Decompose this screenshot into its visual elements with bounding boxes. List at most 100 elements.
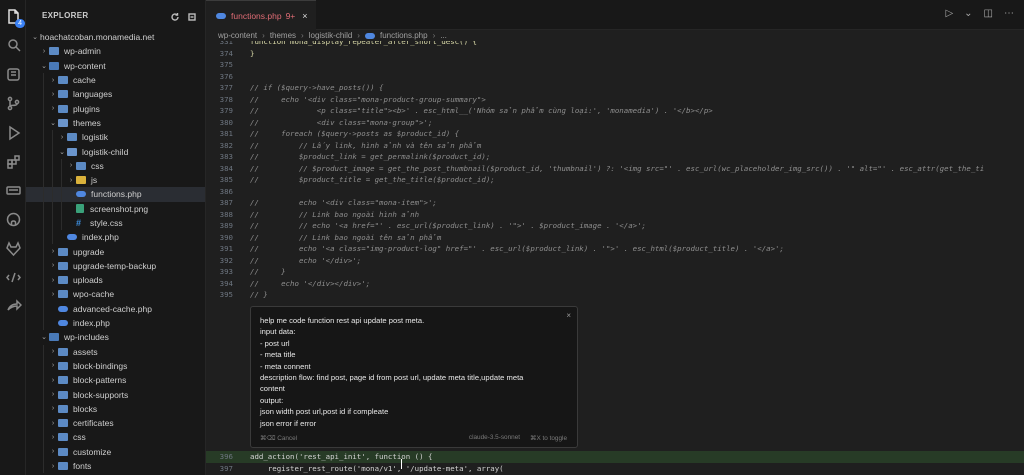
gpt-icon[interactable]	[4, 181, 22, 199]
run-icon[interactable]: ▷	[945, 9, 953, 19]
code-line[interactable]: 379 // <p class="title"><b>' . esc_html__…	[206, 105, 1024, 117]
breadcrumb-item[interactable]: themes	[270, 31, 296, 40]
tree-folder[interactable]: › upgrade	[26, 244, 205, 259]
source-control-icon[interactable]	[4, 65, 22, 83]
tree-folder[interactable]: › plugins	[26, 101, 205, 116]
tree-file[interactable]: index.php	[26, 230, 205, 245]
code-line[interactable]: 385 // $product_title = get_the_title($pr…	[206, 174, 1024, 186]
activity-bar: 4	[0, 0, 26, 475]
mouse-cursor	[401, 459, 407, 469]
code-line[interactable]: 392 // echo '</div>';	[206, 255, 1024, 267]
code-text: // // Link bao ngoài hình ảnh	[250, 209, 420, 219]
code-line[interactable]: 397 register_rest_route('mona/v1', '/upd…	[206, 463, 1024, 475]
code-line[interactable]: 390 // // Link bao ngoài tên sản phẩm	[206, 232, 1024, 244]
code-line[interactable]: 388 // // Link bao ngoài hình ảnh	[206, 209, 1024, 221]
tree-folder[interactable]: › css	[26, 158, 205, 173]
tree-file[interactable]: functions.php	[26, 187, 205, 202]
indent-guide	[43, 444, 44, 459]
tree-folder[interactable]: › blocks	[26, 401, 205, 417]
tree-folder[interactable]: › block-supports	[26, 387, 205, 402]
code-line[interactable]: 389 // // echo '<a href="' . esc_url($pro…	[206, 220, 1024, 232]
indent-guide	[61, 201, 62, 216]
tree-folder[interactable]: ⌄ logistik-child	[26, 144, 205, 159]
folder-icon	[58, 376, 68, 385]
cancel-button[interactable]: ⌘⌫ Cancel	[260, 434, 297, 442]
code-line[interactable]: 382 // // Lấy link, hình ảnh và tên sản p…	[206, 140, 1024, 152]
prompt-text[interactable]: help me code function rest api update po…	[260, 315, 568, 429]
code-line[interactable]: 396 add_action('rest_api_init', function …	[206, 451, 1024, 463]
split-editor-icon[interactable]: ◫	[984, 9, 993, 19]
tree-folder[interactable]: › languages	[26, 87, 205, 102]
folder-icon	[58, 290, 68, 299]
tree-folder[interactable]: › block-patterns	[26, 373, 205, 388]
tree-folder[interactable]: › certificates	[26, 416, 205, 431]
tree-item-label: screenshot.png	[90, 203, 149, 214]
search-icon[interactable]	[4, 36, 22, 54]
chevron-right-icon: ›	[51, 462, 55, 470]
code-line[interactable]: 386	[206, 186, 1024, 198]
chevron-right-icon: ›	[51, 262, 55, 270]
tree-folder[interactable]: › css	[26, 430, 205, 445]
chevron-down-icon[interactable]: ⌄	[964, 9, 972, 19]
tree-file[interactable]: advanced-cache.php	[26, 301, 205, 316]
code-line[interactable]: 381 // foreach ($query->posts as $product…	[206, 128, 1024, 140]
code-line[interactable]: 374}	[206, 48, 1024, 60]
breadcrumb-item[interactable]: wp-content	[218, 31, 257, 40]
tree-file[interactable]: # style.css	[26, 215, 205, 231]
tree-folder[interactable]: › upgrade-temp-backup	[26, 258, 205, 274]
live-share-icon[interactable]	[4, 297, 22, 315]
extensions-icon[interactable]	[4, 152, 22, 170]
code-line[interactable]: 395 // }	[206, 289, 1024, 301]
breadcrumb-item[interactable]: functions.php	[380, 31, 428, 40]
tree-folder[interactable]: › fonts	[26, 458, 205, 474]
model-selector[interactable]: claude-3.5-sonnet	[469, 434, 520, 442]
workspace-root[interactable]: ⌄ hoachatcoban.monamedia.net	[26, 30, 205, 44]
code-line[interactable]: 383 // $product_link = get_permalink($pro…	[206, 151, 1024, 163]
folder-icon	[58, 90, 68, 99]
close-icon[interactable]: ×	[302, 11, 307, 21]
tree-folder[interactable]: › wp-admin	[26, 44, 205, 58]
code-line[interactable]: 393 // }	[206, 266, 1024, 278]
tree-folder[interactable]: › js	[26, 172, 205, 188]
breadcrumb-item[interactable]: ...	[440, 31, 447, 40]
close-icon[interactable]: ×	[566, 311, 571, 320]
collapse-all-icon[interactable]	[187, 9, 197, 21]
tree-file[interactable]: index.php	[26, 315, 205, 331]
tree-folder[interactable]: › assets	[26, 344, 205, 359]
ai-prompt-box[interactable]: × help me code function rest api update …	[250, 306, 578, 448]
git-branch-icon[interactable]	[4, 94, 22, 112]
code-line[interactable]: 376	[206, 71, 1024, 83]
github-icon[interactable]	[4, 210, 22, 228]
code-line[interactable]: 377 // if ($query->have_posts()) {	[206, 82, 1024, 94]
code-line[interactable]: 394 // echo '</div></div>';	[206, 278, 1024, 290]
files-icon[interactable]: 4	[4, 7, 25, 28]
indent-guide	[61, 172, 62, 188]
tree-file[interactable]: screenshot.png	[26, 201, 205, 216]
more-icon[interactable]: ⋯	[1004, 9, 1014, 19]
folder-icon	[76, 161, 86, 170]
code-line[interactable]: 384 // // $product_image = get_the_post_t…	[206, 163, 1024, 175]
remote-icon[interactable]	[4, 268, 22, 286]
refresh-icon[interactable]	[170, 9, 180, 21]
line-number: 380	[219, 117, 233, 127]
code-line[interactable]: 375	[206, 59, 1024, 71]
code-line[interactable]: 387 // echo '<div class="mona-item">';	[206, 197, 1024, 209]
run-debug-icon[interactable]	[4, 123, 22, 141]
tree-folder[interactable]: › uploads	[26, 273, 205, 288]
tree-folder[interactable]: › block-bindings	[26, 358, 205, 374]
code-line[interactable]: 380 // <div class="mona-group">';	[206, 117, 1024, 129]
tree-folder[interactable]: › wpo-cache	[26, 287, 205, 302]
tree-folder[interactable]: › cache	[26, 72, 205, 88]
tree-folder[interactable]: ⌄ wp-content	[26, 59, 205, 73]
tree-folder[interactable]: ⌄ wp-includes	[26, 330, 205, 344]
chevron-right-icon: ›	[60, 133, 64, 141]
breadcrumb-item[interactable]: logistik-child	[309, 31, 353, 40]
code-line[interactable]: 378 // echo '<div class="mona-product-gro…	[206, 94, 1024, 106]
tab-functions-php[interactable]: functions.php 9+ ×	[206, 0, 316, 30]
gitlab-icon[interactable]	[4, 239, 22, 257]
tree-folder[interactable]: ⌄ themes	[26, 115, 205, 131]
tree-folder[interactable]: › logistik	[26, 130, 205, 145]
tree-folder[interactable]: › customize	[26, 444, 205, 459]
chevron-down-icon: ⌄	[41, 334, 47, 342]
code-line[interactable]: 391 // echo '<a class="img-product-log" h…	[206, 243, 1024, 255]
